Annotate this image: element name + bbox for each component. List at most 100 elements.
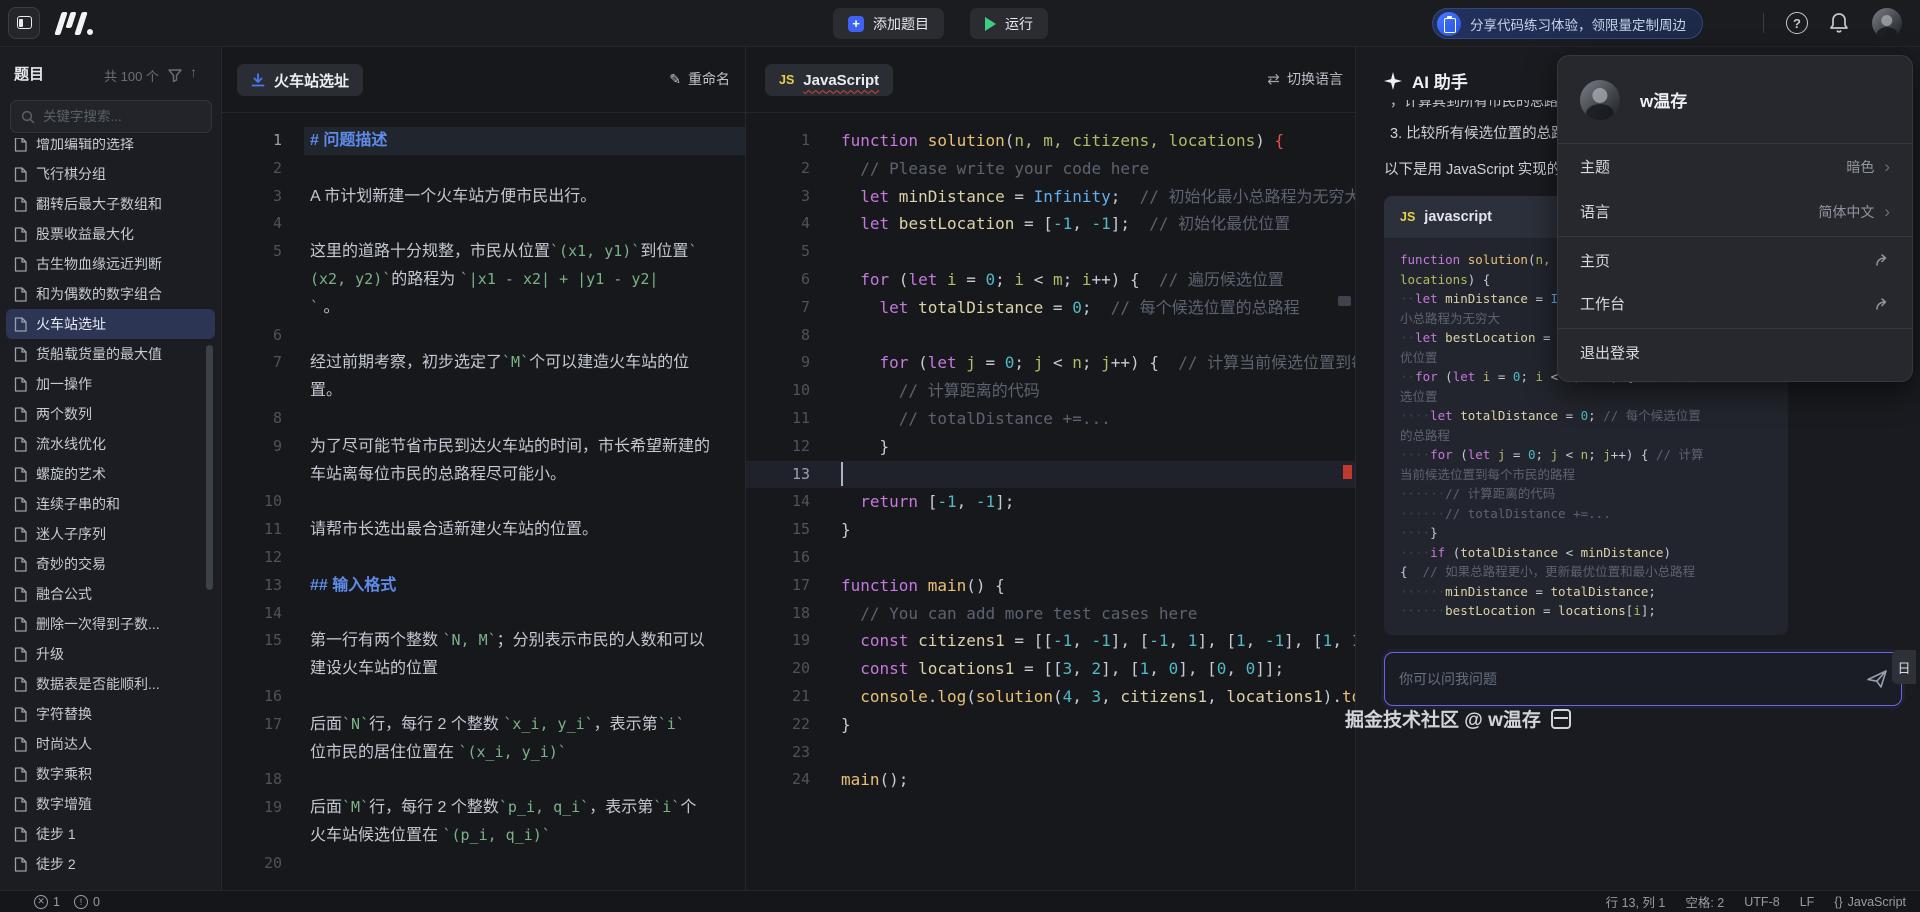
sidebar-item[interactable]: 古生物血缘远近判断: [6, 249, 215, 279]
js-badge-icon: JS: [1400, 210, 1415, 224]
ai-code-language: javascript: [1424, 209, 1492, 225]
run-label: 运行: [1005, 14, 1033, 34]
menu-item-label: 退出登录: [1580, 342, 1640, 363]
add-question-button[interactable]: + 添加题目: [833, 8, 944, 39]
eol-setting[interactable]: LF: [1800, 895, 1815, 909]
sidebar-item[interactable]: 徒步 1: [6, 819, 215, 849]
sidebar-item[interactable]: 飞行棋分组: [6, 159, 215, 189]
send-icon[interactable]: [1867, 670, 1887, 688]
menu-item-label: 语言: [1580, 201, 1610, 222]
help-icon[interactable]: ?: [1786, 12, 1808, 34]
top-bar: + 添加题目 运行 分享代码练习体验，领限量定制周边 ?: [0, 0, 1920, 47]
chat-input-box[interactable]: [1384, 652, 1902, 706]
code-line: 17function main() {: [746, 572, 1355, 600]
file-icon: [14, 347, 27, 362]
scroll-top-icon[interactable]: ↑: [190, 64, 197, 80]
swap-icon: ⇄: [1267, 70, 1280, 88]
js-badge-icon: JS: [779, 73, 794, 87]
file-icon: [14, 707, 27, 722]
filter-icon[interactable]: [168, 69, 182, 82]
file-icon: [14, 587, 27, 602]
sidebar-item[interactable]: 火车站选址: [6, 309, 215, 339]
description-row: 置。: [222, 377, 745, 405]
sidebar-title: 题目: [14, 63, 44, 84]
sidebar-item-label: 翻转后最大子数组和: [36, 194, 162, 214]
menu-item-主页[interactable]: 主页: [1558, 236, 1912, 281]
language-tab[interactable]: JS JavaScript: [765, 64, 893, 96]
sidebar-toggle-button[interactable]: [8, 7, 40, 39]
switch-language-button[interactable]: ⇄ 切换语言: [1267, 69, 1343, 89]
description-row: 4: [222, 210, 745, 238]
code-line: 23: [746, 739, 1355, 767]
error-count: 1: [53, 895, 60, 909]
sidebar-item[interactable]: 货船载货量的最大值: [6, 339, 215, 369]
problem-tab[interactable]: 火车站选址: [237, 64, 363, 96]
warnings-indicator[interactable]: ! 0: [74, 895, 100, 909]
promo-banner[interactable]: 分享代码练习体验，领限量定制周边: [1432, 8, 1703, 39]
sidebar-item[interactable]: 翻转后最大子数组和: [6, 189, 215, 219]
ai-code-row: 当前候选位置到每个市民的路程: [1400, 465, 1772, 485]
menu-item-语言[interactable]: 语言简体中文›: [1558, 189, 1912, 234]
code-line: 7 let totalDistance = 0; // 每个候选位置的总路程: [746, 294, 1355, 322]
sidebar-item[interactable]: 字符替换: [6, 699, 215, 729]
sidebar-item[interactable]: 和为偶数的数字组合: [6, 279, 215, 309]
errors-indicator[interactable]: ✕ 1: [34, 895, 60, 909]
marscode-logo-icon[interactable]: [54, 10, 98, 37]
description-editor[interactable]: 1# 问题描述23A 市计划新建一个火车站方便市民出行。45这里的道路十分规整，…: [222, 127, 745, 878]
description-row: 6: [222, 322, 745, 350]
rename-button[interactable]: ✎ 重命名: [669, 69, 730, 89]
notification-bell-icon[interactable]: [1828, 11, 1850, 35]
ai-code-row: { // 如果总路程更小，更新最优位置和最小总路程: [1400, 562, 1772, 582]
sidebar-item[interactable]: 奇妙的交易: [6, 549, 215, 579]
user-avatar[interactable]: [1872, 8, 1902, 38]
editor-scrollbar[interactable]: [1338, 296, 1351, 306]
run-button[interactable]: 运行: [970, 8, 1048, 39]
menu-item-主题[interactable]: 主题暗色›: [1558, 144, 1912, 189]
sidebar-item-label: 时尚达人: [36, 734, 92, 754]
chat-input[interactable]: [1399, 671, 1857, 687]
sidebar-item[interactable]: 数字乘积: [6, 759, 215, 789]
dropdown-avatar: [1580, 80, 1620, 120]
username: w温存: [1640, 87, 1687, 112]
description-row: 3A 市计划新建一个火车站方便市民出行。: [222, 183, 745, 211]
sidebar-item[interactable]: 迷人子序列: [6, 519, 215, 549]
file-icon: [14, 827, 27, 842]
indent-setting[interactable]: 空格: 2: [1685, 892, 1724, 911]
sidebar-item[interactable]: 股票收益最大化: [6, 219, 215, 249]
cursor-position[interactable]: 行 13, 列 1: [1606, 892, 1666, 911]
sidebar-item[interactable]: 增加编辑的选择: [6, 138, 215, 159]
menu-item-value: 暗色: [1846, 157, 1874, 177]
menu-item-工作台[interactable]: 工作台: [1558, 281, 1912, 326]
sidebar-item[interactable]: 融合公式: [6, 579, 215, 609]
description-row: 17后面`N`行，每行 2 个整数 `x_i, y_i`，表示第`i`: [222, 711, 745, 739]
plus-icon: +: [848, 16, 864, 32]
description-row: 火车站候选位置在 `(p_i, q_i)`: [222, 822, 745, 850]
menu-item-label: 工作台: [1580, 293, 1625, 314]
sidebar-item[interactable]: 两个数列: [6, 399, 215, 429]
sidebar-item[interactable]: 数据表是否能顺利...: [6, 669, 215, 699]
encoding-setting[interactable]: UTF-8: [1744, 895, 1779, 909]
sidebar-item[interactable]: 数字增殖: [6, 789, 215, 819]
sidebar-item[interactable]: 螺旋的艺术: [6, 459, 215, 489]
ai-code-row: ······bestLocation = locations[i];: [1400, 601, 1772, 621]
sidebar-item[interactable]: 时尚达人: [6, 729, 215, 759]
search-input[interactable]: [43, 109, 201, 124]
sidebar-item[interactable]: 删除一次得到子数...: [6, 609, 215, 639]
sidebar-item[interactable]: 流水线优化: [6, 429, 215, 459]
code-line: 10 // 计算距离的代码: [746, 377, 1355, 405]
sidebar-item[interactable]: 连续子串的和: [6, 489, 215, 519]
sidebar-item[interactable]: 升级: [6, 639, 215, 669]
feedback-edge-button[interactable]: 日: [1892, 650, 1916, 684]
code-editor[interactable]: 1function solution(n, m, citizens, locat…: [746, 127, 1355, 794]
file-icon: [14, 317, 27, 332]
sidebar-scrollbar[interactable]: [206, 345, 213, 590]
menu-item-退出登录[interactable]: 退出登录: [1558, 328, 1912, 373]
sidebar-item[interactable]: 徒步 2: [6, 849, 215, 879]
sidebar-item[interactable]: 加一操作: [6, 369, 215, 399]
ai-code-row: 选位置: [1400, 387, 1772, 407]
search-box[interactable]: [10, 100, 212, 133]
dropdown-user-row: w温存: [1558, 56, 1912, 144]
description-row: 建设火车站的位置: [222, 655, 745, 683]
ai-panel-title: AI 助手: [1412, 68, 1468, 93]
language-mode[interactable]: {} JavaScript: [1834, 895, 1906, 909]
